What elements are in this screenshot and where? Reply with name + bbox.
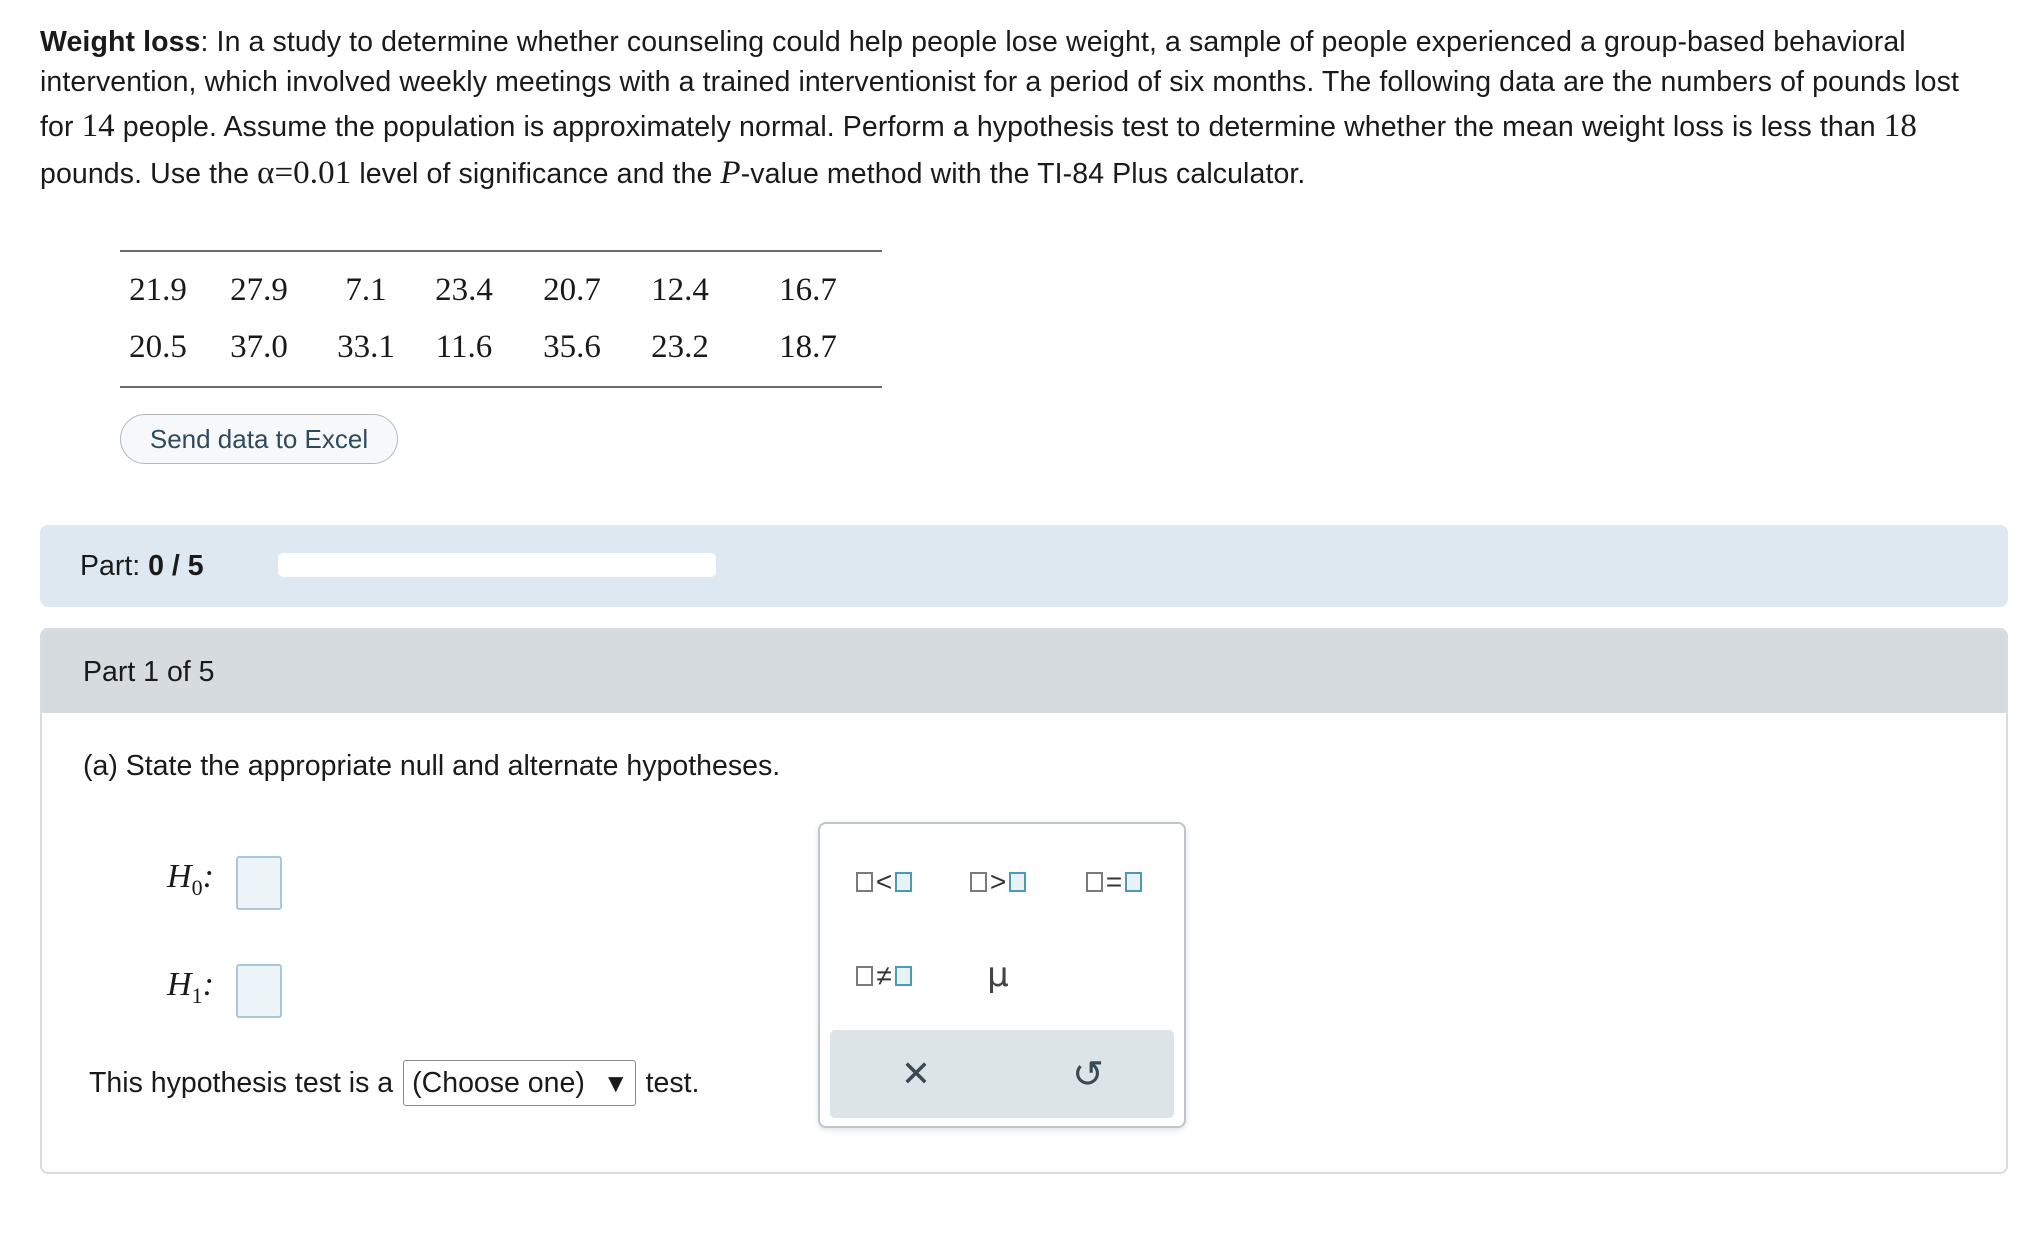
placeholder-square-icon — [969, 872, 987, 892]
data-cell: 33.1 — [337, 329, 395, 365]
data-cell: 18.7 — [779, 329, 837, 365]
placeholder-square-icon — [1009, 872, 1027, 892]
data-cell: 23.2 — [651, 329, 709, 365]
less-than-key[interactable]: < — [844, 860, 924, 904]
test-type-sentence: This hypothesis test is a (Choose one) ▼… — [89, 1060, 699, 1106]
test-sentence-before: This hypothesis test is a — [89, 1066, 394, 1099]
problem-text-3: pounds. Use the — [40, 157, 258, 190]
hypothesized-mean: 18 — [1883, 107, 1917, 144]
equals-symbol: = — [1105, 866, 1123, 897]
h0-var: H — [167, 858, 192, 895]
placeholder-square-icon — [856, 966, 874, 986]
part-header-title: Part 1 of 5 — [83, 656, 215, 688]
data-cell: 11.6 — [435, 329, 493, 365]
h1-colon: : — [202, 966, 214, 1003]
data-cell: 20.7 — [543, 272, 601, 308]
undo-icon[interactable]: ↺ — [1064, 1050, 1112, 1098]
h0-answer-box[interactable] — [236, 856, 282, 910]
problem-text-2: people. Assume the population is approxi… — [114, 110, 1884, 143]
placeholder-square-icon — [894, 966, 912, 986]
data-cell: 37.0 — [230, 329, 288, 365]
greater-than-key[interactable]: > — [958, 860, 1038, 904]
significance-level: α=0.01 — [257, 154, 352, 191]
less-than-symbol: < — [875, 866, 893, 897]
h1-var: H — [167, 966, 192, 1003]
data-cell: 12.4 — [651, 272, 709, 308]
clear-icon[interactable]: ✕ — [892, 1050, 940, 1098]
placeholder-square-icon — [855, 872, 873, 892]
h0-label: H0: — [167, 858, 214, 901]
placeholder-square-icon — [895, 872, 913, 892]
data-row-2: 20.5 37.0 33.1 11.6 35.6 23.2 18.7 — [120, 319, 882, 376]
part-progress-label: Part: 0 / 5 — [80, 550, 204, 583]
data-row-1: 21.9 27.9 7.1 23.4 20.7 12.4 16.7 — [120, 262, 882, 319]
h1-label: H1: — [167, 966, 214, 1009]
problem-statement: Weight loss: In a study to determine whe… — [40, 22, 2000, 197]
problem-text-4: level of significance and the — [351, 157, 721, 190]
keypad-action-bar: ✕ ↺ — [830, 1030, 1174, 1118]
data-cell: 7.1 — [345, 272, 387, 308]
not-equal-key[interactable]: ≠ — [844, 954, 924, 998]
test-type-select[interactable]: (Choose one) ▼ — [403, 1060, 636, 1106]
h0-sub: 0 — [191, 874, 203, 900]
data-cell: 16.7 — [779, 272, 837, 308]
dropdown-arrow-icon: ▼ — [602, 1067, 629, 1098]
data-cell: 35.6 — [543, 329, 601, 365]
math-keypad: < > = ≠ μ ✕ ↺ — [818, 822, 1186, 1128]
data-cell: 23.4 — [435, 272, 493, 308]
mu-key[interactable]: μ — [978, 950, 1018, 1000]
sample-size: 14 — [81, 107, 115, 144]
test-sentence-after: test. — [645, 1066, 700, 1099]
equals-key[interactable]: = — [1074, 860, 1154, 904]
greater-than-symbol: > — [989, 866, 1007, 897]
part-progress-bar: Part: 0 / 5 — [40, 525, 2008, 607]
h1-answer-box[interactable] — [236, 964, 282, 1018]
h0-colon: : — [202, 858, 214, 895]
data-cell: 20.5 — [129, 329, 187, 365]
test-type-select-value: (Choose one) — [412, 1066, 585, 1099]
mu-symbol: μ — [987, 955, 1009, 995]
p-symbol: P — [720, 154, 741, 191]
progress-track — [278, 553, 716, 577]
problem-text-5: -value method with the TI-84 Plus calcul… — [740, 157, 1306, 190]
not-equal-symbol: ≠ — [876, 960, 892, 991]
problem-title: Weight loss — [40, 26, 201, 58]
data-cell: 21.9 — [129, 272, 187, 308]
send-to-excel-button[interactable]: Send data to Excel — [120, 414, 398, 464]
placeholder-square-icon — [1125, 872, 1143, 892]
part-label-text: Part: — [80, 550, 141, 582]
data-table: 21.9 27.9 7.1 23.4 20.7 12.4 16.7 20.5 3… — [120, 250, 882, 388]
part-progress-count: 0 / 5 — [148, 550, 204, 582]
question-text: (a) State the appropriate null and alter… — [83, 750, 781, 782]
data-cell: 27.9 — [230, 272, 288, 308]
placeholder-square-icon — [1085, 872, 1103, 892]
part-header: Part 1 of 5 — [42, 630, 2006, 713]
h1-sub: 1 — [191, 982, 203, 1008]
